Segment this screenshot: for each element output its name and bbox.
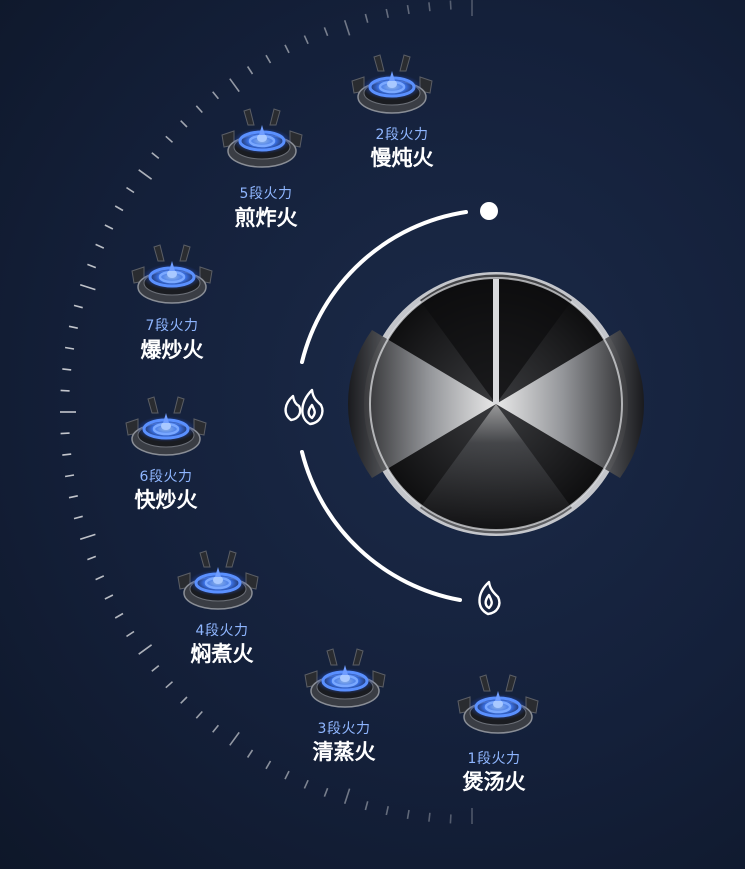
knob-dial [347, 272, 645, 536]
stove-knob-infographic: 2段火力 慢炖火 5段火力 煎炸火 7段火力 爆炒火 6段火力 快炒火 4段火力… [0, 0, 745, 869]
control-knob-graphic [284, 202, 645, 616]
knob-pointer [493, 279, 499, 404]
double-flame-icon [284, 388, 324, 426]
max-position-dot [480, 202, 498, 220]
single-flame-icon [478, 580, 501, 616]
